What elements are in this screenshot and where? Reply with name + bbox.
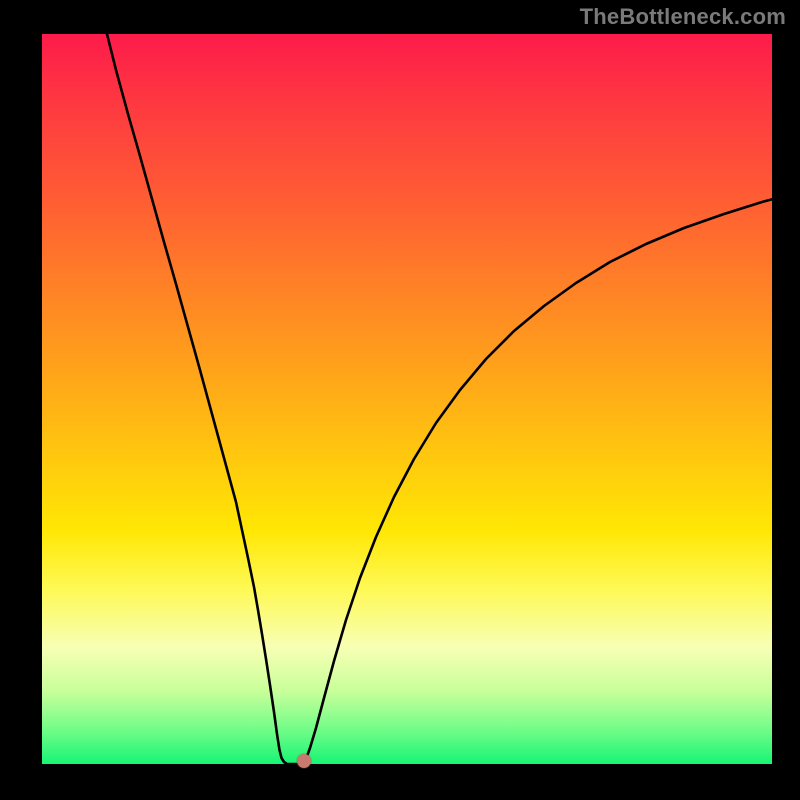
watermark-text: TheBottleneck.com xyxy=(580,4,786,30)
curve-path xyxy=(104,34,772,764)
optimum-marker xyxy=(297,754,311,768)
plot-area xyxy=(42,34,772,764)
chart-container: TheBottleneck.com xyxy=(0,0,800,800)
bottleneck-curve xyxy=(42,34,772,764)
